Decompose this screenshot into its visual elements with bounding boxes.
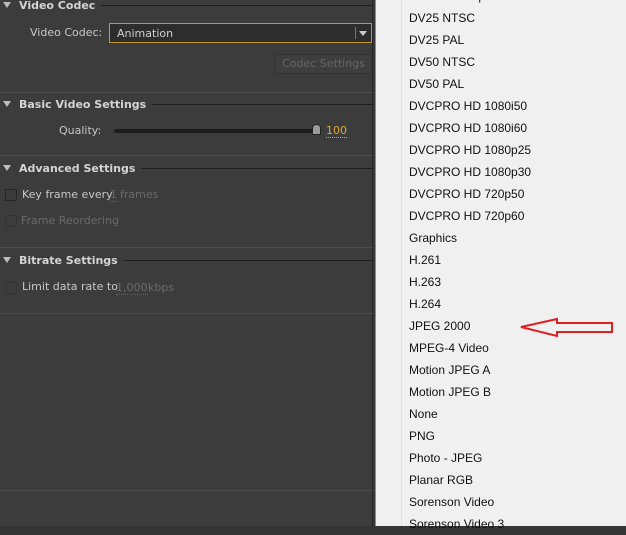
dropdown-item[interactable]: DV50 NTSC <box>409 51 475 73</box>
keyframe-value[interactable]: 1 <box>110 188 117 202</box>
dropdown-item[interactable]: DVCPRO HD 1080i50 <box>409 95 527 117</box>
section-advanced[interactable]: Advanced Settings <box>0 160 373 176</box>
quality-label: Quality: <box>59 124 102 137</box>
dropdown-item[interactable]: Graphics <box>409 227 457 249</box>
collapse-triangle-icon[interactable] <box>3 2 11 8</box>
collapse-triangle-icon[interactable] <box>3 257 11 263</box>
dropdown-item[interactable]: None <box>409 403 438 425</box>
dropdown-item[interactable]: DV/NTSC 24p <box>409 0 485 7</box>
section-bitrate[interactable]: Bitrate Settings <box>0 252 373 268</box>
codec-settings-button[interactable]: Codec Settings <box>275 54 372 74</box>
keyframe-checkbox[interactable] <box>5 189 17 201</box>
dropdown-item[interactable]: PNG <box>409 425 435 447</box>
section-title: Advanced Settings <box>19 161 136 175</box>
dropdown-item[interactable]: Photo - JPEG <box>409 447 482 469</box>
dropdown-item[interactable]: DVCPRO HD 1080p30 <box>409 161 531 183</box>
frame-reordering-checkbox[interactable] <box>5 215 17 227</box>
section-title: Video Codec <box>19 0 96 12</box>
section-title: Basic Video Settings <box>19 97 147 111</box>
dropdown-item[interactable]: DVCPRO HD 720p50 <box>409 183 524 205</box>
quality-value[interactable]: 100 <box>326 124 347 138</box>
dropdown-item[interactable]: H.264 <box>409 293 441 315</box>
dropdown-item[interactable]: H.263 <box>409 271 441 293</box>
video-codec-select[interactable]: Animation <box>109 23 372 43</box>
dropdown-item[interactable]: H.261 <box>409 249 441 271</box>
keyframe-unit: frames <box>120 188 159 201</box>
dropdown-item[interactable]: Motion JPEG B <box>409 381 491 403</box>
chevron-down-icon <box>359 31 367 36</box>
limit-data-rate-value[interactable]: 1,000 <box>116 281 148 295</box>
frame-reordering-label: Frame Reordering <box>21 214 120 227</box>
limit-data-rate-label: Limit data rate to <box>22 280 118 293</box>
dropdown-item[interactable]: Sorenson Video <box>409 491 494 513</box>
dropdown-item[interactable]: Motion JPEG A <box>409 359 490 381</box>
red-arrow-annotation-icon <box>520 317 613 338</box>
video-codec-value: Animation <box>117 27 174 40</box>
video-codec-label: Video Codec: <box>30 26 103 39</box>
collapse-triangle-icon[interactable] <box>3 165 11 171</box>
dropdown-item[interactable]: JPEG 2000 <box>409 315 470 337</box>
codec-dropdown-list[interactable]: DV/NTSC 24pDV25 NTSCDV25 PALDV50 NTSCDV5… <box>375 0 626 531</box>
limit-data-rate-checkbox[interactable] <box>5 282 17 294</box>
section-basic-video[interactable]: Basic Video Settings <box>0 96 373 112</box>
section-title: Bitrate Settings <box>19 253 118 267</box>
keyframe-label: Key frame every <box>22 188 113 201</box>
quality-slider[interactable] <box>114 129 317 133</box>
dropdown-item[interactable]: DVCPRO HD 1080i60 <box>409 117 527 139</box>
dropdown-item[interactable]: MPEG-4 Video <box>409 337 489 359</box>
dropdown-item[interactable]: Sorenson Video 3 <box>409 513 504 535</box>
limit-data-rate-unit: kbps <box>148 281 175 294</box>
dropdown-item[interactable]: DV25 PAL <box>409 29 464 51</box>
dropdown-item[interactable]: DV50 PAL <box>409 73 464 95</box>
quality-slider-handle[interactable] <box>312 124 321 135</box>
dropdown-item[interactable]: DVCPRO HD 1080p25 <box>409 139 531 161</box>
dropdown-item[interactable]: DV25 NTSC <box>409 7 475 29</box>
dropdown-item[interactable]: Planar RGB <box>409 469 473 491</box>
collapse-triangle-icon[interactable] <box>3 101 11 107</box>
dropdown-item[interactable]: DVCPRO HD 720p60 <box>409 205 524 227</box>
section-video-codec[interactable]: Video Codec <box>0 0 373 13</box>
export-settings-panel: Video Codec Video Codec: Animation Codec… <box>0 0 373 526</box>
